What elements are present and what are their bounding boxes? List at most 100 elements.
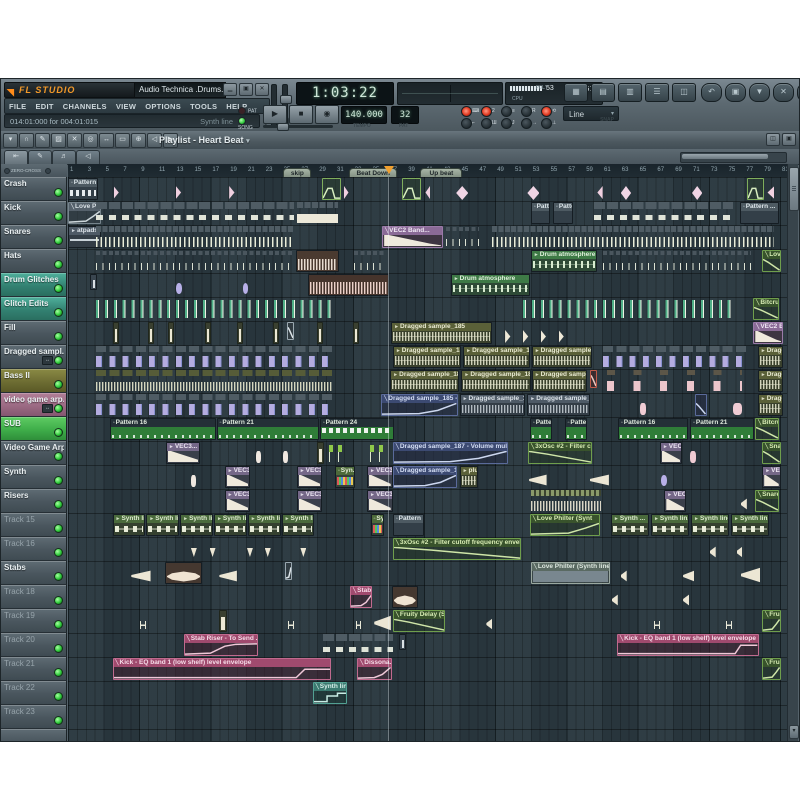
track-led[interactable] xyxy=(54,716,63,725)
playlist-clip[interactable] xyxy=(660,466,668,488)
playlist-clip[interactable]: ╲VEC2 Ba... xyxy=(753,322,783,344)
panel-tab-edit[interactable]: ✎ xyxy=(28,150,52,164)
playlist-clip[interactable] xyxy=(353,322,359,344)
menu-item-tools[interactable]: TOOLS xyxy=(190,102,217,111)
playlist-clip[interactable]: ╲Love Philter (Synt xyxy=(530,514,600,536)
save-new-version-button[interactable]: ▣ xyxy=(725,83,746,102)
playlist-clip[interactable]: ╲3xOsc #2 - Filter cuto... xyxy=(528,442,592,464)
playlist-clip[interactable]: ╲Stab R... xyxy=(350,586,372,608)
playlist-clip[interactable]: ╲Bitcrush... xyxy=(753,298,779,320)
playlist-grid[interactable]: ▫Pattern 6╲Love Phi...▫Pattern ...▫Patte… xyxy=(68,177,790,741)
menu-item-channels[interactable]: CHANNELS xyxy=(63,102,107,111)
track-header-snares[interactable]: Snares xyxy=(1,225,67,249)
zero-cross-toggle[interactable]: ZERO-CROSS xyxy=(4,168,41,173)
playlist-clip[interactable]: ╲Dragged sample_187 - Volume multi... xyxy=(393,442,508,464)
playlist-clip[interactable]: ▫Pattern 16 xyxy=(110,418,216,440)
playlist-clip[interactable] xyxy=(399,634,406,650)
playlist-clip[interactable] xyxy=(682,586,690,608)
playlist-clip[interactable]: ╲Snare - ... xyxy=(762,442,781,464)
playlist-clip[interactable]: ►Dragged sample_185 xyxy=(463,346,530,368)
playlist-clip[interactable]: ╲Fruity Blo... xyxy=(762,658,781,680)
playlist-clip[interactable] xyxy=(228,178,236,200)
playlist-clip[interactable] xyxy=(113,178,121,200)
playlist-clip[interactable]: ►Dragged sample_187 xyxy=(461,370,530,392)
track-header-stabs[interactable]: Stabs xyxy=(1,561,67,585)
timeline-marker[interactable]: skip xyxy=(283,168,311,178)
playlist-clip[interactable]: ▫Pattern ... xyxy=(553,202,572,224)
track-led[interactable] xyxy=(54,548,63,557)
snap-magnet-icon[interactable]: ∩ xyxy=(19,133,34,148)
playlist-clip[interactable] xyxy=(528,466,547,488)
playlist-clip[interactable] xyxy=(689,442,697,464)
playlist-clip[interactable] xyxy=(175,274,183,296)
track-led[interactable] xyxy=(54,452,63,461)
step-edit-toggle[interactable]: R xyxy=(521,106,532,117)
track-header-video-game-arp[interactable]: video game arp...↔ xyxy=(1,393,67,417)
draw-tool-icon[interactable]: ✎ xyxy=(35,133,50,148)
playlist-clip[interactable] xyxy=(353,250,388,272)
playlist-clip[interactable] xyxy=(296,250,340,272)
playlist-clip[interactable]: ╲Dragged sample_188 xyxy=(393,466,457,488)
track-led[interactable] xyxy=(54,308,63,317)
playlist-clip[interactable] xyxy=(540,322,548,344)
playlist-clip[interactable]: ╲Fruity Bl... xyxy=(762,610,781,632)
playlist-clip[interactable]: ►Synth line xyxy=(691,514,729,536)
track-led[interactable] xyxy=(54,476,63,485)
countdown-toggle[interactable]: 2 xyxy=(481,106,492,117)
playlist-clip[interactable]: ▫Pattern 21 xyxy=(690,418,754,440)
wait-input-toggle[interactable]: ⌐ xyxy=(461,118,472,129)
playlist-clip[interactable] xyxy=(766,178,776,200)
metronome-toggle[interactable]: ⊥ xyxy=(541,118,552,129)
playlist-clip[interactable] xyxy=(620,562,628,584)
playlist-clip[interactable] xyxy=(168,322,174,344)
playlist-clip[interactable] xyxy=(485,610,493,632)
playlist-clip[interactable] xyxy=(95,298,334,320)
playlist-clip[interactable] xyxy=(732,394,743,416)
select-tool-icon[interactable]: ▭ xyxy=(115,133,130,148)
playlist-clip[interactable]: ▫Pattern ... xyxy=(740,202,779,224)
playlist-clip[interactable] xyxy=(725,610,733,632)
playlist-clip[interactable]: ►Drum atmosphere xyxy=(531,250,598,272)
playlist-clip[interactable] xyxy=(736,538,744,560)
timeline-ruler[interactable]: 1357911131517192123252729313335373941434… xyxy=(68,164,790,178)
playlist-clip[interactable] xyxy=(392,586,418,608)
menu-item-view[interactable]: VIEW xyxy=(116,102,136,111)
track-led[interactable] xyxy=(54,236,63,245)
track-led[interactable] xyxy=(54,188,63,197)
playlist-clip[interactable]: ►VEC3... xyxy=(225,490,251,512)
track-header-hats[interactable]: Hats xyxy=(1,249,67,273)
loop-record-toggle[interactable]: ⟲ xyxy=(541,106,552,117)
playlist-clip[interactable]: ►VEC3... xyxy=(225,466,251,488)
playlist-clip[interactable] xyxy=(287,322,294,340)
playlist-clip[interactable] xyxy=(218,562,237,584)
playlist-titlebar[interactable]: ▾∩✎▨✕◎↔▭⊕◁▶ Playlist - Heart Beat ▾ ◫▣ xyxy=(1,131,799,150)
save-button[interactable]: ▼ xyxy=(749,83,770,102)
track-led[interactable] xyxy=(54,284,63,293)
playlist-clip[interactable] xyxy=(95,370,334,392)
song-position-display[interactable]: 1:03:22 xyxy=(296,82,394,105)
pat-song-switch[interactable]: PAT SONG xyxy=(238,107,260,131)
playlist-clip[interactable]: ╲VEC2 Band... xyxy=(382,226,443,248)
playhead-marker[interactable] xyxy=(384,166,394,174)
playlist-clip[interactable] xyxy=(402,178,421,200)
playlist-clip[interactable]: ►VEC3... xyxy=(297,490,323,512)
track-header-track-21[interactable]: Track 21 xyxy=(1,657,67,681)
playlist-clip[interactable] xyxy=(530,490,602,512)
playlist-clip[interactable]: ▫Pattern 21 xyxy=(217,418,319,440)
playlist-clip[interactable]: ▫Pattern 16 xyxy=(618,418,688,440)
playlist-clip[interactable]: ╲Fruity Delay (Sen... xyxy=(393,610,445,632)
playlist-clip[interactable]: ▫Pattern ... xyxy=(565,418,587,440)
playlist-detach-button[interactable]: ◫ xyxy=(766,133,780,146)
playlist-clip[interactable]: ►Synth lin... xyxy=(731,514,769,536)
playlist-clip[interactable]: ►Synth ... xyxy=(611,514,649,536)
track-header-risers[interactable]: Risers xyxy=(1,489,67,513)
menu-item-options[interactable]: OPTIONS xyxy=(145,102,181,111)
playlist-clip[interactable]: ▫Syn... xyxy=(371,514,384,536)
vertical-scrollbar[interactable]: ▾ xyxy=(787,164,798,741)
playlist-clip[interactable] xyxy=(299,538,307,560)
playlist-clip[interactable] xyxy=(590,370,597,388)
track-header-track-15[interactable]: Track 15 xyxy=(1,513,67,537)
playlist-clip[interactable] xyxy=(682,562,695,584)
track-led[interactable] xyxy=(54,428,63,437)
playlist-clip[interactable] xyxy=(322,634,394,656)
